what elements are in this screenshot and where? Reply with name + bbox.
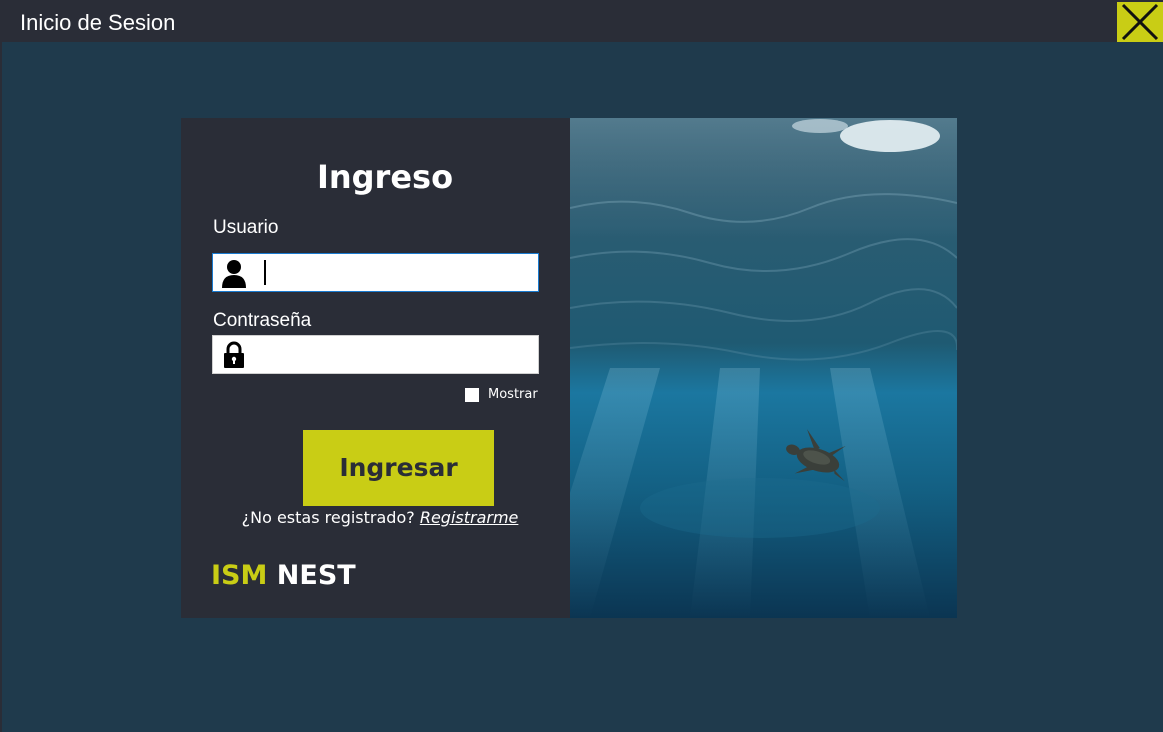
turtle-photo-illustration (570, 118, 957, 618)
login-card: Ingreso Usuario Contraseña Mostrar Ingre… (181, 118, 957, 618)
text-caret (264, 260, 266, 285)
login-panel: Ingreso Usuario Contraseña Mostrar Ingre… (181, 118, 570, 618)
underwater-turtle-image (570, 118, 957, 618)
password-input[interactable] (255, 336, 533, 373)
username-field-box[interactable] (212, 253, 539, 292)
window-title: Inicio de Sesion (20, 10, 176, 35)
register-prompt-line: ¿No estas registrado? Registrarme (181, 508, 579, 527)
register-prompt-text: ¿No estas registrado? (241, 508, 415, 527)
brand-logo: ISM NEST (211, 560, 356, 591)
password-field-box[interactable] (212, 335, 539, 374)
username-input[interactable] (255, 254, 533, 291)
password-label: Contraseña (213, 310, 312, 331)
username-label: Usuario (213, 217, 279, 238)
title-bar[interactable]: Inicio de Sesion (2, 0, 1163, 42)
login-heading: Ingreso (316, 158, 454, 196)
login-button[interactable]: Ingresar (303, 430, 494, 506)
user-icon (222, 260, 246, 288)
login-window: Inicio de Sesion Ingreso Usuario Contras… (0, 0, 1163, 732)
lock-icon (224, 341, 244, 368)
close-button[interactable] (1117, 2, 1163, 42)
register-link[interactable]: Registrarme (420, 508, 519, 527)
close-icon (1121, 3, 1159, 41)
brand-ism-text: ISM (211, 560, 268, 591)
show-password-label: Mostrar (488, 387, 538, 402)
brand-nest-text: NEST (276, 560, 356, 591)
show-password-checkbox[interactable] (465, 388, 479, 402)
